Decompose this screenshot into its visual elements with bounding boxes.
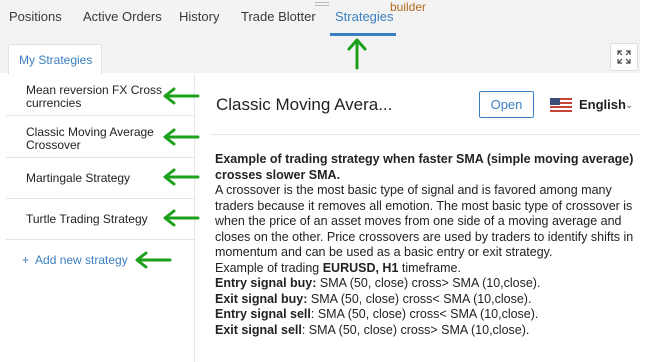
signal-line: Exit signal buy: SMA (50, close) cross< … (215, 291, 532, 306)
signal-line: Entry signal buy: SMA (50, close) cross>… (215, 276, 541, 290)
example-line: Example of trading EURUSD, H1 timeframe. (215, 260, 461, 275)
tab-my-strategies-label: My Strategies (19, 53, 93, 67)
drag-handle-icon[interactable] (315, 2, 329, 3)
arrow-left-icon (163, 209, 200, 227)
us-flag-icon (550, 98, 572, 112)
tab-strategies[interactable]: Strategies (335, 9, 394, 24)
signal-line: Entry signal sell: SMA (50, close) cross… (215, 307, 539, 321)
tab-positions[interactable]: Positions (9, 9, 62, 24)
expand-icon (617, 50, 631, 64)
strategy-name: Martingale Strategy (26, 171, 131, 185)
divider (210, 134, 640, 135)
strategy-title: Classic Moving Avera... (216, 95, 393, 114)
tab-active-orders[interactable]: Active Orders (83, 9, 162, 24)
expand-button[interactable] (610, 43, 638, 71)
tab-history[interactable]: History (179, 9, 219, 24)
strategy-name: Turtle Trading Strategy (26, 212, 148, 226)
builder-annotation: builder (390, 0, 427, 14)
strategy-name-line2: Crossover (26, 138, 81, 152)
add-new-strategy-button[interactable]: + Add new strategy (22, 253, 128, 267)
tab-my-strategies[interactable]: My Strategies (8, 44, 102, 76)
arrow-left-icon (163, 87, 200, 105)
strategy-name-line2: currencies (26, 96, 82, 110)
signal-line: Exit signal sell: SMA (50, close) cross>… (215, 322, 530, 337)
plus-icon: + (22, 253, 30, 267)
description-body: A crossover is the most basic type of si… (215, 183, 634, 259)
description-heading: Example of trading strategy when faster … (215, 152, 634, 182)
add-new-strategy-label: Add new strategy (35, 253, 128, 267)
arrow-left-icon (163, 128, 200, 146)
strategy-description: Example of trading strategy when faster … (215, 152, 640, 338)
arrow-left-icon (135, 251, 172, 269)
open-button[interactable]: Open (479, 91, 534, 118)
language-selector[interactable]: English (579, 97, 626, 112)
arrow-up-icon (347, 38, 367, 70)
chevron-down-icon[interactable]: ⌄ (625, 100, 633, 111)
top-navigation: Positions Active Orders History Trade Bl… (0, 0, 640, 37)
arrow-left-icon (163, 168, 200, 186)
tab-trade-blotter[interactable]: Trade Blotter (241, 9, 316, 24)
